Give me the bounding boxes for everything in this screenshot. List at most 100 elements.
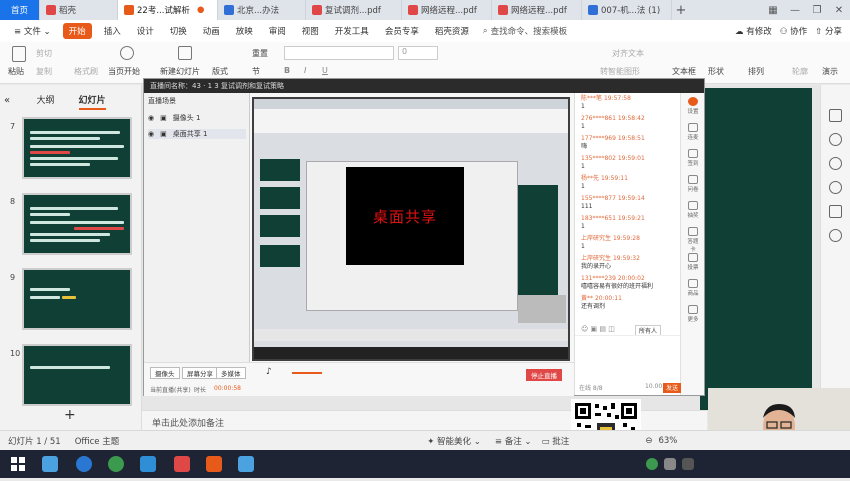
underline-button[interactable]: U — [322, 66, 328, 75]
share-button[interactable]: ⇧ 分享 — [815, 25, 842, 37]
microphone-icon[interactable]: ♪ — [266, 367, 272, 377]
chat-input[interactable] — [575, 335, 681, 375]
play-current-icon[interactable] — [120, 46, 134, 60]
checkin-tool[interactable]: 签到 — [685, 149, 701, 167]
menu-start[interactable]: 开始 — [62, 23, 92, 39]
source-camera[interactable]: ◉ ▣ 摄像头 1 — [148, 113, 200, 123]
volume-slider[interactable] — [292, 372, 322, 374]
grid-icon[interactable]: ▦ — [762, 0, 784, 20]
maximize-icon[interactable]: ❐ — [806, 0, 828, 20]
convert-smartart-button[interactable]: 转智能图形 — [600, 66, 640, 77]
eye-icon[interactable]: ◉ — [148, 114, 154, 122]
menu-insert[interactable]: 插入 — [96, 25, 129, 37]
beautify-button[interactable]: ✦ 智能美化 ⌄ — [427, 435, 481, 447]
file-explorer-icon[interactable] — [42, 456, 58, 472]
multimedia-button[interactable]: 多媒体 — [216, 367, 246, 379]
adjust-icon[interactable] — [829, 109, 842, 122]
menu-file[interactable]: ≡ 文件 ⌄ — [6, 25, 59, 37]
slide-thumbnail-9[interactable] — [22, 268, 132, 330]
vote-tool[interactable]: 投票 — [685, 253, 701, 271]
windows-start-icon[interactable] — [10, 456, 26, 472]
chat-toolbar-icons[interactable]: ☺ ▣ ▤ ◫ — [581, 325, 615, 333]
location-icon[interactable] — [829, 229, 842, 242]
camera-button[interactable]: 摄像头 — [150, 367, 180, 379]
tab-pdf-3[interactable]: 网络远程...pdf — [492, 0, 582, 20]
minimize-icon[interactable]: — — [784, 0, 806, 20]
menu-slideshow[interactable]: 放映 — [228, 25, 261, 37]
new-tab-button[interactable]: + — [672, 0, 690, 20]
font-name-select[interactable] — [284, 46, 394, 60]
home-tab[interactable]: 首页 — [0, 0, 40, 20]
zoom-out-icon[interactable]: ⊖ — [645, 436, 652, 446]
notes-button[interactable]: ≡ 备注 ⌄ — [495, 435, 532, 447]
tab-doc-007[interactable]: 007-机...法 (1) — [582, 0, 672, 20]
paste-icon[interactable] — [12, 46, 26, 62]
menu-design[interactable]: 设计 — [129, 25, 162, 37]
new-slide-icon[interactable] — [178, 46, 192, 60]
send-button[interactable]: 发送 — [663, 383, 681, 393]
tray-icon[interactable] — [664, 458, 676, 470]
pdf-reader-icon[interactable] — [174, 456, 190, 472]
copy-button[interactable]: 复制 — [36, 66, 52, 77]
command-search[interactable]: ⌕ 查找命令、搜索模板 — [483, 25, 567, 37]
text-box-button[interactable]: 文本框 — [672, 66, 696, 77]
outline-button[interactable]: 轮廓 — [792, 66, 808, 77]
lock-icon[interactable]: ▣ — [160, 114, 167, 122]
italic-button[interactable]: I — [304, 66, 306, 75]
zoom-level[interactable]: 63% — [658, 436, 677, 446]
modified-button[interactable]: ☁ 有修改 — [735, 25, 772, 37]
layout-button[interactable]: 版式 — [212, 66, 228, 77]
lottery-tool[interactable]: 抽奖 — [685, 201, 701, 219]
slide-thumbnail-7[interactable] — [22, 117, 132, 179]
browser-icon[interactable] — [76, 456, 92, 472]
tray-icon[interactable] — [682, 458, 694, 470]
font-size-select[interactable]: 0 — [398, 46, 438, 60]
screen-share-button[interactable]: 屏幕分享 — [182, 367, 218, 379]
tab-slides[interactable]: 幻灯片 — [78, 93, 106, 110]
star-icon[interactable] — [829, 133, 842, 146]
collaborate-button[interactable]: ⚇ 协作 — [780, 25, 807, 37]
shape-button[interactable]: 形状 — [708, 66, 724, 77]
help-icon[interactable] — [829, 181, 842, 194]
present-button[interactable]: 演示 — [822, 66, 838, 77]
reset-button[interactable]: 重置 — [252, 48, 268, 59]
goods-tool[interactable]: 商品 — [685, 279, 701, 297]
app-icon[interactable] — [140, 456, 156, 472]
more-tool[interactable]: 更多 — [685, 305, 701, 323]
play-current-button[interactable]: 当页开始 — [108, 66, 140, 77]
tab-pdf-2[interactable]: 网络远程...pdf — [402, 0, 492, 20]
menu-member[interactable]: 会员专享 — [377, 25, 427, 37]
settings-tool[interactable]: 设置 — [685, 97, 701, 115]
comments-button[interactable]: ▭ 批注 — [542, 435, 570, 447]
lock-icon[interactable]: ▣ — [160, 130, 167, 138]
menu-view[interactable]: 视图 — [294, 25, 327, 37]
chrome-icon[interactable] — [108, 456, 124, 472]
new-slide-button[interactable]: 新建幻灯片 — [160, 66, 200, 77]
cut-button[interactable]: 剪切 — [36, 48, 52, 59]
menu-animation[interactable]: 动画 — [195, 25, 228, 37]
menu-review[interactable]: 审阅 — [261, 25, 294, 37]
current-slide-edge[interactable] — [700, 88, 812, 410]
slide-thumbnail-10[interactable] — [22, 344, 132, 406]
tab-pdf-1[interactable]: 复试调剂...pdf — [306, 0, 402, 20]
tab-current-presentation[interactable]: 22考...试解析 ● — [118, 0, 218, 20]
align-text-button[interactable]: 对齐文本 — [612, 48, 644, 59]
slide-thumbnail-8[interactable] — [22, 193, 132, 255]
format-painter-button[interactable]: 格式刷 — [74, 66, 98, 77]
tray-icon[interactable] — [646, 458, 658, 470]
menu-transition[interactable]: 切换 — [162, 25, 195, 37]
source-desktop-share[interactable]: ◉ ▣ 桌面共享 1 — [148, 129, 246, 139]
animation-icon[interactable] — [829, 157, 842, 170]
tab-outline[interactable]: 大纲 — [36, 93, 54, 110]
wps-icon[interactable] — [206, 456, 222, 472]
close-icon[interactable]: ✕ — [828, 0, 850, 20]
bold-button[interactable]: B — [284, 66, 290, 75]
tab-beijing-doc[interactable]: 北京...办法 — [218, 0, 306, 20]
stop-live-button[interactable]: 停止直播 — [526, 369, 562, 381]
paste-button[interactable]: 粘贴 — [8, 66, 24, 77]
image-icon[interactable] — [829, 205, 842, 218]
menu-daoke-resources[interactable]: 稻壳资源 — [427, 25, 477, 37]
survey-tool[interactable]: 问卷 — [685, 175, 701, 193]
arrange-button[interactable]: 排列 — [748, 66, 764, 77]
mic-link-tool[interactable]: 连麦 — [685, 123, 701, 141]
